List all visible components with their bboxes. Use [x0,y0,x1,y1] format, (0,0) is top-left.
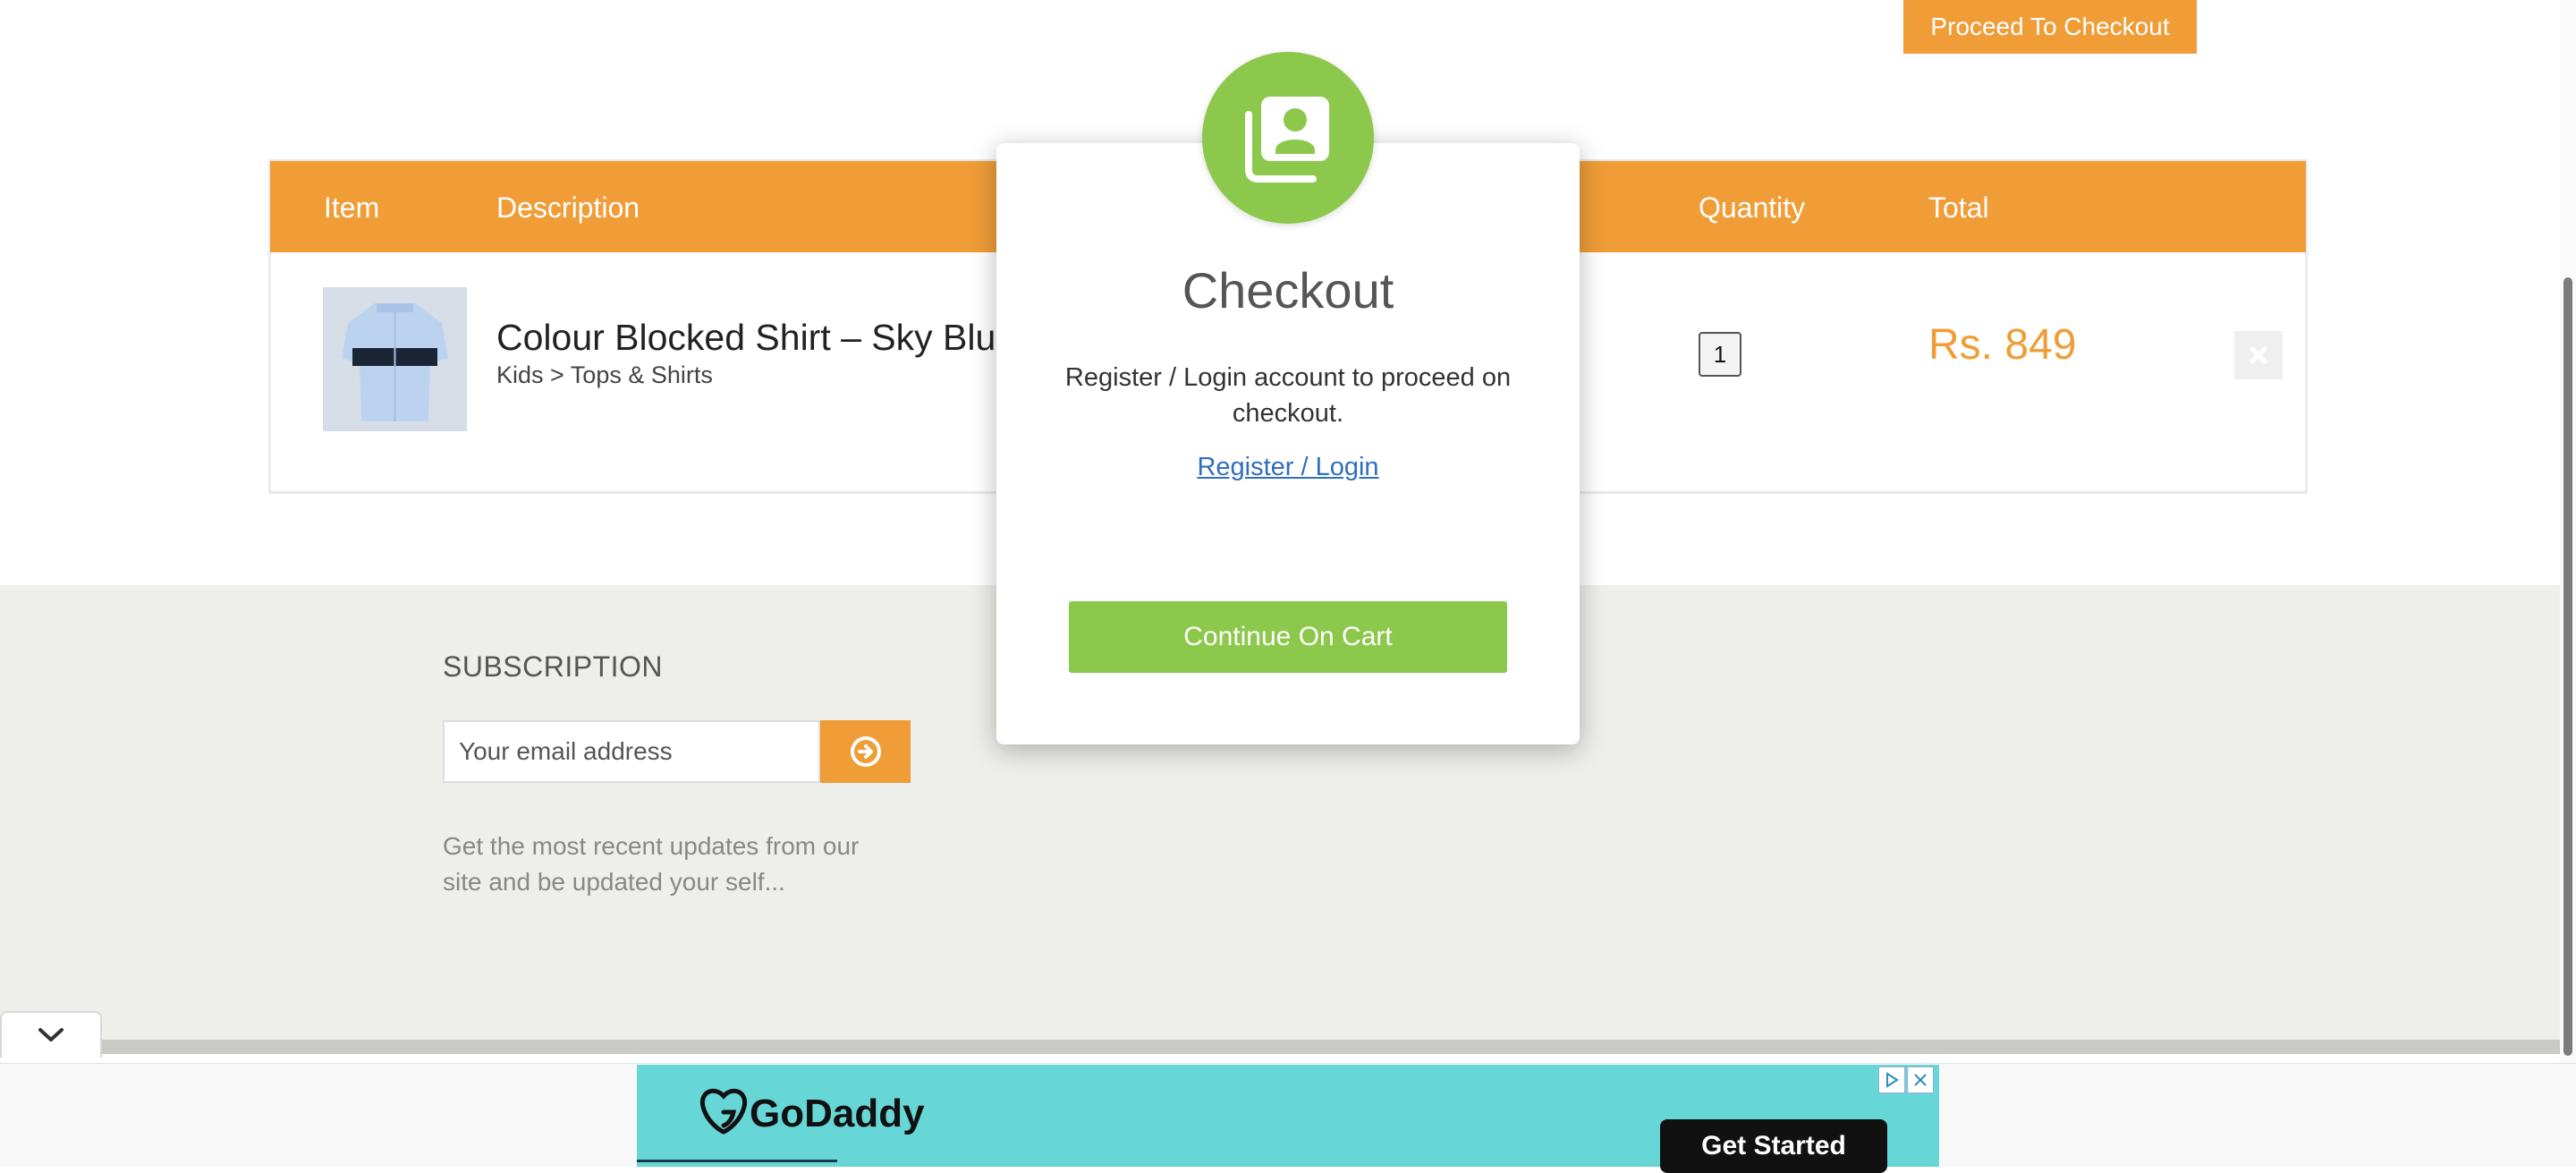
ad-choices [1878,1067,1936,1095]
ad-brand-name: GoDaddy [750,1092,925,1135]
product-image[interactable] [323,287,467,431]
product-name[interactable]: Colour Blocked Shirt – Sky Blue [496,317,1016,359]
arrow-circle-right-icon [850,736,881,767]
proceed-to-checkout-button[interactable]: Proceed To Checkout [1903,0,2197,54]
subscription-description: Get the most recent updates from our sit… [443,832,860,896]
ad-close-icon[interactable] [1907,1067,1934,1093]
subscribe-button[interactable] [820,720,911,783]
column-header-description: Description [496,191,640,224]
modal-title: Checkout [1182,262,1394,319]
collapse-ad-button[interactable] [0,1011,102,1058]
remove-item-button[interactable] [2234,331,2283,379]
ad-get-started-button[interactable]: Get Started [1660,1119,1887,1173]
product-category: Kids > Tops & Shirts [496,361,713,388]
ad-progress-line [637,1160,837,1162]
modal-message: Register / Login account to proceed on c… [1064,363,1512,428]
quantity-field[interactable]: 1 [1699,332,1741,377]
column-header-item: Item [324,191,380,224]
footer-bottom-bar [0,1040,2560,1054]
email-input[interactable] [443,720,820,783]
ad-info-icon[interactable] [1878,1067,1905,1093]
column-header-quantity: Quantity [1699,191,1806,224]
scrollbar-thumb[interactable] [2563,277,2572,1056]
subscription-title: SUBSCRIPTION [443,650,664,683]
continue-on-cart-button[interactable]: Continue On Cart [1069,601,1507,673]
close-icon [2250,346,2267,364]
column-header-total: Total [1928,191,1989,224]
godaddy-logo-icon [698,1087,750,1142]
row-total-price: Rs. 849 [1928,321,2077,369]
register-login-link[interactable]: Register / Login [996,453,1580,482]
chevron-down-icon [38,1028,64,1041]
user-account-icon [1202,52,1374,224]
